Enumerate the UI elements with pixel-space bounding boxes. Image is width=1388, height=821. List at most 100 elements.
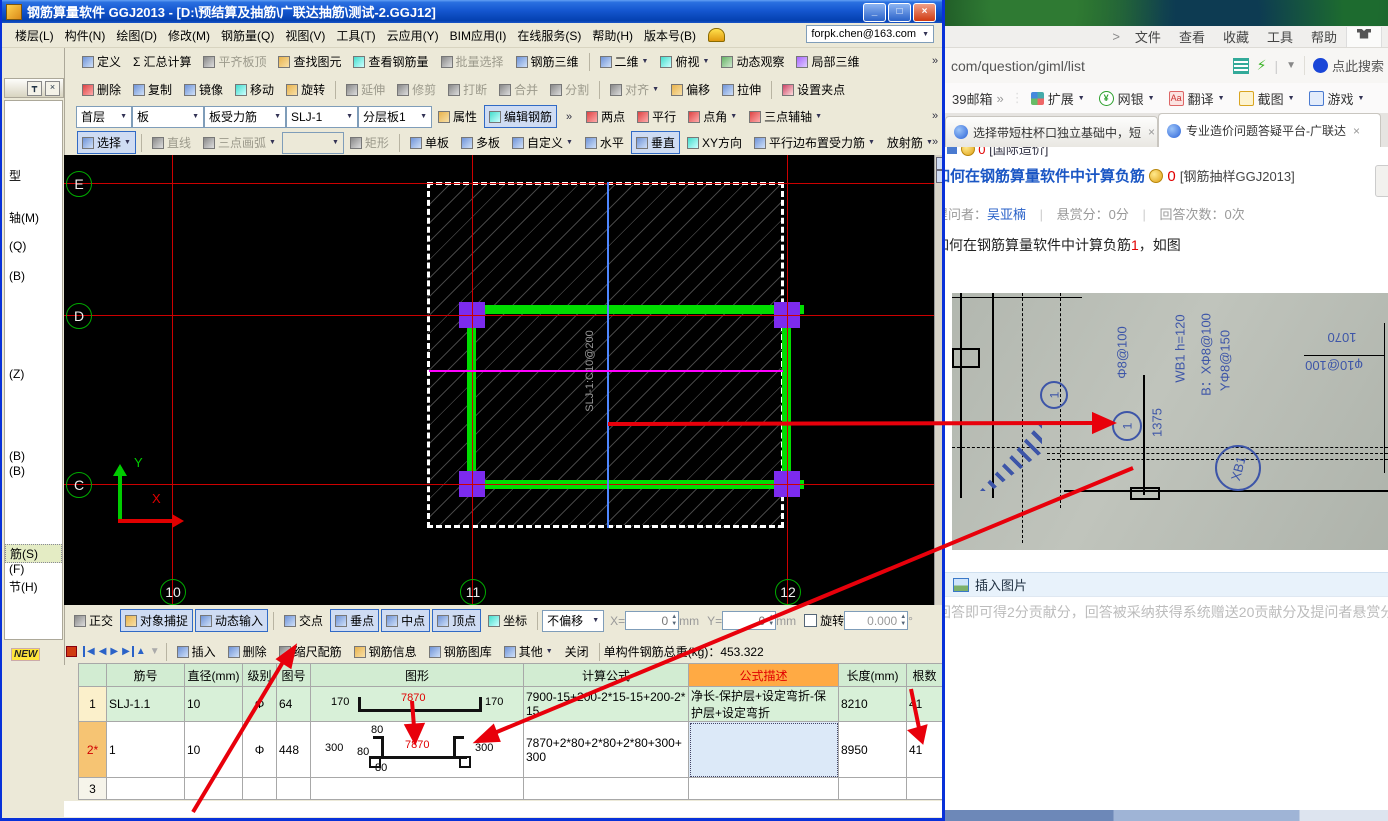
break-button[interactable]: 打断 — [443, 78, 492, 101]
point-angle-dropdown[interactable]: 点角▼ — [683, 105, 742, 128]
asker-name[interactable]: 吴亚楠 — [987, 207, 1026, 222]
stretch-button[interactable]: 拉伸 — [717, 78, 766, 101]
close-button[interactable]: × — [913, 3, 936, 22]
blueprint-photo[interactable]: Φ8@100 1375 WB1 h=120 B：XΦ8@100 YΦ8@150 … — [952, 293, 1388, 550]
tab-active[interactable]: 专业造价问题答疑平台-广联达 × — [1158, 113, 1381, 147]
edge-partial-button[interactable] — [1375, 165, 1388, 197]
angle-input[interactable]: 0.000▲▼ — [844, 611, 908, 630]
browser-bottom-bar[interactable] — [945, 810, 1388, 821]
extend-button[interactable]: 延伸 — [341, 78, 390, 101]
bookmark-screenshot[interactable]: 截图▼ — [1232, 89, 1302, 108]
row-number[interactable]: 3 — [79, 778, 107, 800]
cell-desc-selected[interactable] — [689, 722, 839, 778]
toolbar4-overflow[interactable]: » — [932, 136, 938, 148]
row-number[interactable]: 2* — [79, 722, 107, 778]
edit-rebar-button[interactable]: 编辑钢筋 — [484, 105, 557, 128]
spinner-icons[interactable]: ▲▼ — [671, 614, 677, 628]
ortho-button[interactable]: 正交 — [69, 609, 118, 632]
rebar-3d-button[interactable]: 钢筋三维 — [511, 50, 584, 73]
define-button[interactable]: 定义 — [77, 50, 126, 73]
nav-item[interactable]: (B) — [5, 269, 62, 283]
offset-mode-select[interactable]: 不偏移▼ — [542, 610, 604, 632]
menu-rebar[interactable]: 钢筋量(Q) — [216, 24, 279, 47]
rotate-button[interactable]: 旋转 — [281, 78, 330, 101]
insert-image-bar[interactable]: 插入图片 — [945, 572, 1388, 597]
qr-code-icon[interactable] — [1233, 58, 1249, 74]
cell-desc[interactable]: 净长-保护层+设定弯折-保护层+设定弯折 — [689, 687, 839, 722]
account-combobox[interactable]: forpk.chen@163.com ▼ — [806, 25, 934, 43]
col-header[interactable]: 长度(mm) — [839, 664, 907, 687]
floor-select[interactable]: 首层▼ — [76, 106, 132, 128]
osnap-button[interactable]: 对象捕捉 — [120, 609, 193, 632]
search-hint[interactable]: 点此搜索 — [1332, 56, 1384, 75]
menu-view[interactable]: 视图(V) — [280, 24, 330, 47]
col-header[interactable]: 计算公式 — [524, 664, 689, 687]
arc-style-select[interactable]: ▼ — [282, 132, 344, 154]
tab-close-icon[interactable]: × — [1146, 125, 1155, 139]
speed-bolt-icon[interactable]: ⚡ — [1257, 57, 1267, 74]
xy-direction-button[interactable]: XY方向 — [682, 131, 747, 154]
scale-rebar-button[interactable]: 缩尺配筋 — [274, 640, 347, 663]
prev-record-button[interactable]: ◀ — [97, 646, 109, 657]
scroll-down-icon[interactable] — [936, 170, 945, 183]
vertical-button[interactable]: 垂直 — [631, 131, 680, 154]
nav-item[interactable]: (B) — [5, 464, 62, 478]
local-3d-button[interactable]: 局部三维 — [791, 50, 864, 73]
cell-fig[interactable]: 448 — [277, 722, 311, 778]
menu-expand-icon[interactable]: > — [1112, 29, 1126, 44]
nav-item-active[interactable]: 筋(S) — [5, 544, 62, 563]
insert-image-label[interactable]: 插入图片 — [975, 575, 1027, 594]
view-2d-dropdown[interactable]: 二维▼ — [595, 50, 654, 73]
question-title-link[interactable]: 如何在钢筋算量软件中计算负筋 0 [钢筋抽样GGJ2013] — [945, 165, 1375, 186]
menu-element[interactable]: 构件(N) — [60, 24, 111, 47]
table-row-active[interactable]: 2* 1 10 Φ 448 300 80 80 80 — [79, 722, 943, 778]
title-bar[interactable]: 钢筋算量软件 GGJ2013 - [D:\预结算及抽筋\广联达抽筋\测试-2.G… — [2, 0, 942, 23]
trim-button[interactable]: 修剪 — [392, 78, 441, 101]
move-up-button[interactable]: ▲ — [134, 646, 148, 657]
batch-select-button[interactable]: 批量选择 — [436, 50, 509, 73]
toolbar1-more[interactable]: » — [932, 55, 938, 67]
parallel-edge-dropdown[interactable]: 平行边布置受力筋▼ — [749, 131, 880, 154]
horizontal-button[interactable]: 水平 — [580, 131, 629, 154]
find-element-button[interactable]: 查找图元 — [273, 50, 346, 73]
menu-floor[interactable]: 楼层(L) — [10, 24, 59, 47]
bookmark-mail[interactable]: 39邮箱» — [945, 89, 1011, 108]
mirror-button[interactable]: 镜像 — [179, 78, 228, 101]
cell-shape[interactable]: 300 80 80 80 7870 300 — [311, 722, 524, 778]
nav-item[interactable]: 节(H) — [5, 578, 62, 595]
menu-version[interactable]: 版本号(B) — [639, 24, 701, 47]
toolbar3-more[interactable]: » — [566, 111, 572, 123]
scroll-up-icon[interactable] — [936, 157, 945, 170]
nav-item[interactable]: (F) — [5, 562, 62, 576]
menu-bim[interactable]: BIM应用(I) — [445, 24, 512, 47]
nav-item[interactable]: 型 — [5, 167, 62, 184]
col-header-formula-desc[interactable]: 公式描述 — [689, 664, 839, 687]
panel-title-bar[interactable]: ┳ × — [4, 78, 64, 98]
nav-item[interactable]: (Q) — [5, 239, 62, 253]
rotate-checkbox[interactable] — [804, 614, 817, 627]
delete-row-button[interactable]: 删除 — [223, 640, 272, 663]
multi-slab-button[interactable]: 多板 — [456, 131, 505, 154]
view-rebar-button[interactable]: 查看钢筋量 — [348, 50, 433, 73]
browser-menu-favorites[interactable]: 收藏 — [1214, 25, 1258, 48]
url-dropdown-icon[interactable]: ▼ — [1286, 60, 1296, 71]
cell-name[interactable]: SLJ-1.1 — [107, 687, 185, 722]
skin-button[interactable] — [1346, 27, 1382, 47]
other-dropdown[interactable]: 其他▼ — [499, 640, 558, 663]
move-down-button[interactable]: ▼ — [148, 646, 162, 657]
rebar-type-select[interactable]: 板受力筋▼ — [204, 106, 286, 128]
bookmark-translate[interactable]: Aa翻译▼ — [1162, 89, 1232, 108]
cell-length[interactable]: 8950 — [839, 722, 907, 778]
col-header[interactable]: 筋号 — [107, 664, 185, 687]
bookmark-extensions[interactable]: 扩展▼ — [1024, 89, 1092, 108]
canvas-scrollbar[interactable] — [934, 155, 945, 605]
rebar-info-button[interactable]: 钢筋信息 — [349, 640, 422, 663]
browser-menu-view[interactable]: 查看 — [1170, 25, 1214, 48]
bookmark-games[interactable]: 游戏▼ — [1302, 89, 1372, 108]
nav-item[interactable]: (B) — [5, 449, 62, 463]
cell-name[interactable]: 1 — [107, 722, 185, 778]
element-select[interactable]: 板▼ — [132, 106, 204, 128]
select-dropdown[interactable]: 选择▼ — [77, 131, 136, 154]
browser-menu-tools[interactable]: 工具 — [1258, 25, 1302, 48]
midpoint-snap-button[interactable]: 中点 — [381, 609, 430, 632]
